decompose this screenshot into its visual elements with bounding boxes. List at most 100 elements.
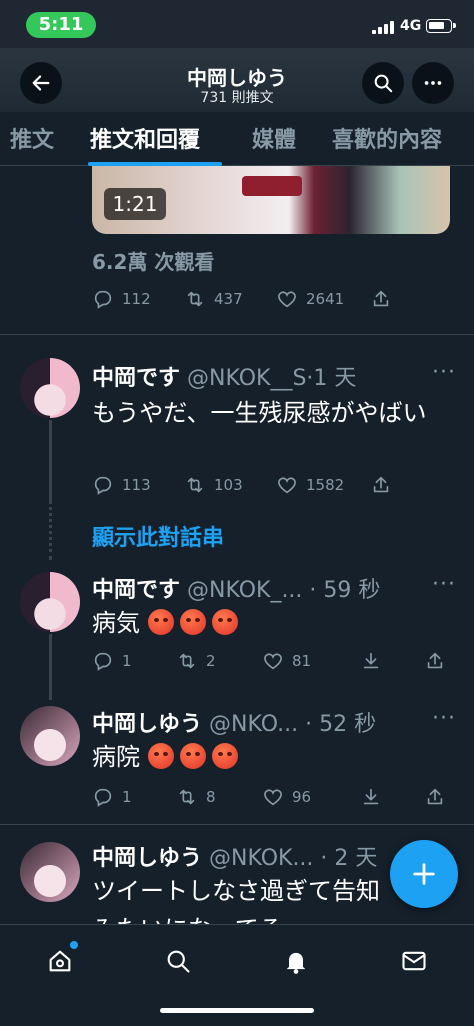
tweet-text-line: ツイートしなさ過ぎて告知 (92, 877, 380, 905)
reply-count: 112 (122, 290, 151, 308)
battery-icon (426, 19, 456, 33)
like-button[interactable]: 81 (262, 650, 311, 672)
more-button[interactable] (412, 62, 454, 104)
retweet-count: 2 (206, 652, 216, 670)
share-button[interactable] (370, 288, 392, 310)
tweet-text: ツイートしなさ過ぎて告知 みたいになってる (92, 872, 432, 924)
search-button[interactable] (362, 62, 404, 104)
share-icon (373, 290, 389, 307)
like-count: 96 (292, 788, 312, 806)
retweet-button[interactable]: 8 (176, 786, 216, 808)
retweet-count: 437 (214, 290, 243, 308)
author-handle[interactable]: @NKOK_... (187, 578, 309, 603)
tweet-more-button[interactable]: ··· (432, 360, 456, 385)
angry-face-emoji (147, 609, 174, 635)
avatar[interactable] (20, 706, 80, 766)
retweet-icon (187, 291, 203, 307)
tweet-count: 731 則推文 (200, 90, 274, 106)
like-count: 1582 (306, 476, 345, 494)
reply-icon (94, 476, 112, 495)
tweet-more-button[interactable]: ··· (432, 572, 456, 597)
angry-face-emoji (147, 743, 174, 769)
tab-tweets[interactable]: 推文 (10, 122, 54, 154)
messages-icon (402, 951, 426, 971)
retweet-button[interactable]: 437 (184, 288, 243, 310)
share-button[interactable] (424, 786, 446, 808)
nav-search[interactable] (158, 941, 198, 981)
nav-notifications[interactable] (276, 941, 316, 981)
tweet-text-line: みたいになってる (92, 910, 432, 924)
tweet-header: 中岡しゆう @NKO... · 52 秒 (92, 706, 376, 738)
status-time: 5:11 (26, 12, 96, 38)
show-thread-link[interactable]: 顯示此對話串 (92, 520, 224, 552)
author-handle[interactable]: @NKOK... (209, 846, 320, 871)
tweet-time: · 59 秒 (309, 578, 381, 603)
bookmark-button[interactable] (360, 650, 382, 672)
tweet-more-button[interactable]: ··· (432, 706, 456, 731)
reply-count: 113 (122, 476, 151, 494)
notifications-icon (286, 952, 306, 974)
profile-tabs: 推文 推文和回覆 媒體 喜歡的內容 (0, 112, 474, 166)
bookmark-icon (363, 788, 379, 805)
nav-home[interactable] (40, 941, 80, 981)
like-button[interactable]: 1582 (276, 474, 344, 496)
reply-button[interactable]: 112 (92, 288, 151, 310)
reply-icon (94, 788, 112, 807)
tweet-header: 中岡しゆう @NKOK... · 2 天 (92, 840, 377, 872)
tab-likes[interactable]: 喜歡的內容 (332, 122, 442, 154)
tweet-header: 中岡です @NKOK_... · 59 秒 (92, 572, 380, 604)
author-handle[interactable]: @NKOK__S (187, 366, 306, 391)
share-icon (427, 788, 443, 805)
like-button[interactable]: 96 (262, 786, 311, 808)
divider (0, 824, 474, 825)
profile-header: 中岡しゆう 731 則推文 (0, 48, 474, 112)
tweet-text: もうやだ、一生残尿感がやばい (92, 399, 427, 427)
like-icon (278, 477, 296, 494)
tweet-time: · 52 秒 (305, 712, 377, 737)
reply-button[interactable]: 1 (92, 650, 132, 672)
tab-tweets-replies[interactable]: 推文和回覆 (90, 122, 200, 154)
view-count: 6.2萬 次觀看 (92, 250, 215, 274)
notification-dot (70, 941, 78, 949)
share-icon (427, 652, 443, 669)
author-name[interactable]: 中岡しゆう (92, 846, 202, 871)
compose-tweet-button[interactable] (390, 840, 458, 908)
avatar[interactable] (20, 842, 80, 902)
retweet-count: 103 (214, 476, 243, 494)
divider (0, 334, 474, 335)
reply-button[interactable]: 113 (92, 474, 151, 496)
search-icon (167, 950, 190, 973)
tweet-text-body: 病院 (92, 743, 140, 771)
signal-icon (372, 20, 396, 34)
author-handle[interactable]: @NKO... (209, 712, 305, 737)
tweet-header: 中岡です @NKOK__S·1 天 (92, 360, 356, 392)
home-icon (49, 950, 71, 972)
retweet-button[interactable]: 103 (184, 474, 243, 496)
like-icon (264, 653, 282, 670)
retweet-icon (179, 789, 195, 805)
avatar[interactable] (20, 572, 80, 632)
avatar[interactable] (20, 358, 80, 418)
search-icon (374, 74, 393, 93)
author-name[interactable]: 中岡です (92, 366, 180, 391)
thread-gap (49, 500, 52, 560)
thread-line (49, 420, 52, 500)
like-button[interactable]: 2641 (276, 288, 344, 310)
retweet-button[interactable]: 2 (176, 650, 216, 672)
bookmark-button[interactable] (360, 786, 382, 808)
angry-face-emoji (179, 743, 206, 769)
thread-line (49, 634, 52, 700)
video-duration: 1:21 (104, 188, 166, 220)
bookmark-icon (363, 652, 379, 669)
author-name[interactable]: 中岡しゆう (92, 712, 202, 737)
share-button[interactable] (424, 650, 446, 672)
reply-button[interactable]: 1 (92, 786, 132, 808)
author-name[interactable]: 中岡です (92, 578, 180, 603)
share-button[interactable] (370, 474, 392, 496)
angry-face-emoji (179, 609, 206, 635)
nav-messages[interactable] (394, 941, 434, 981)
tweet-text: 病院 (92, 738, 432, 776)
like-count: 81 (292, 652, 312, 670)
tab-media[interactable]: 媒體 (252, 122, 296, 154)
like-count: 2641 (306, 290, 345, 308)
